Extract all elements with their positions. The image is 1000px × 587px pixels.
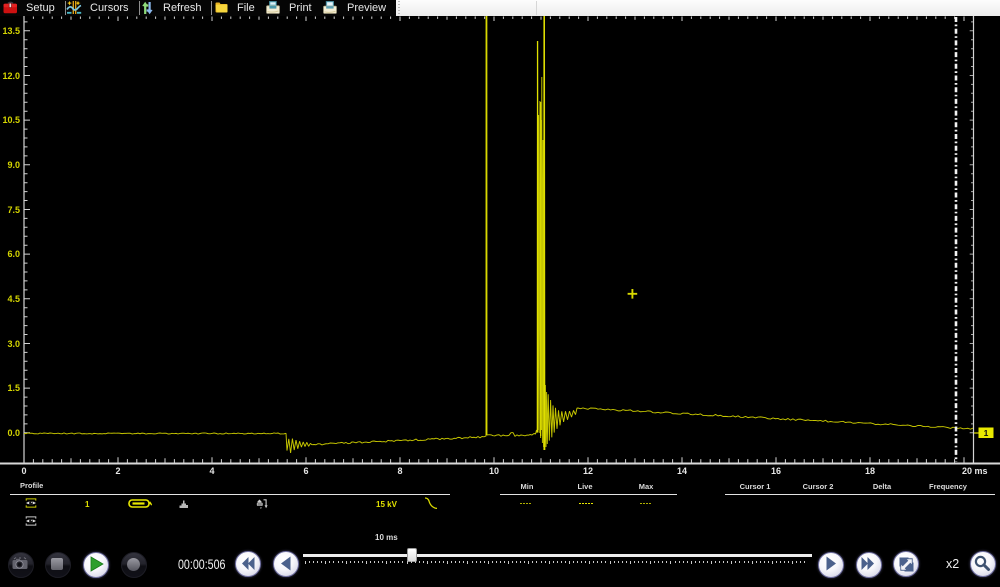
svg-text:1: 1 <box>984 428 989 438</box>
